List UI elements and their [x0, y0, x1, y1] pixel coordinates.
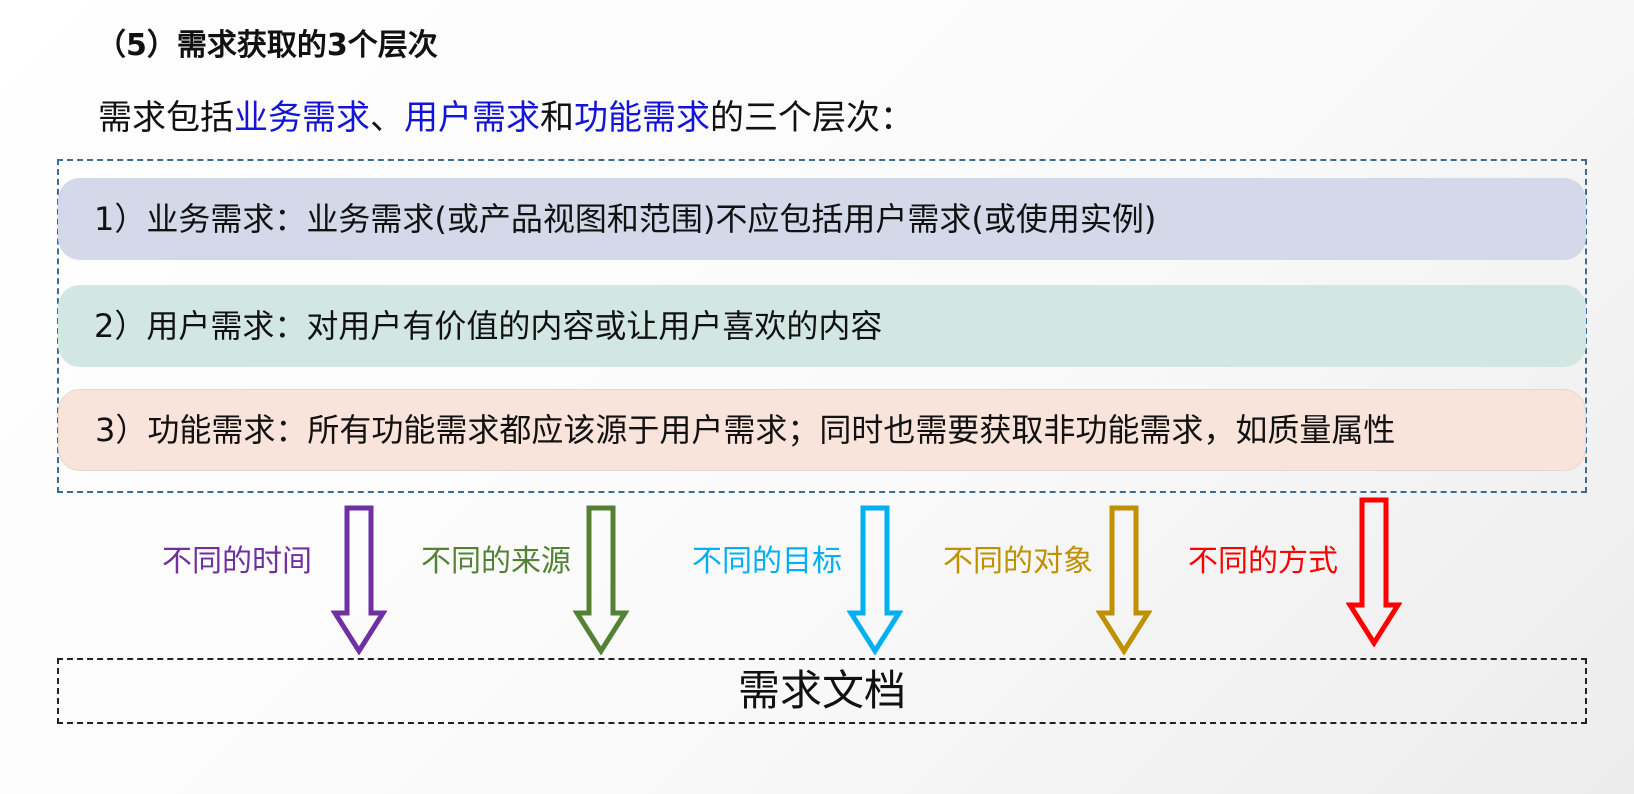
- arrow-label-source: 不同的来源: [421, 544, 571, 579]
- page-title: （5）需求获取的3个层次: [96, 28, 438, 63]
- down-arrow-icon: [847, 505, 903, 655]
- intro-user-requirement: 用户需求: [404, 98, 540, 138]
- requirements-document-box: 需求文档: [57, 658, 1587, 724]
- arrow-label-time: 不同的时间: [162, 544, 312, 579]
- intro-prefix: 需求包括: [98, 98, 234, 138]
- intro-separator-1: 、: [370, 98, 404, 138]
- down-arrow-icon: [1096, 505, 1152, 655]
- intro-sentence: 需求包括业务需求、用户需求和功能需求的三个层次：: [98, 90, 914, 139]
- arrow-label-method: 不同的方式: [1188, 544, 1338, 579]
- intro-business-requirement: 业务需求: [234, 98, 370, 138]
- arrow-label-target: 不同的目标: [692, 544, 842, 579]
- requirements-document-label: 需求文档: [737, 666, 906, 715]
- intro-separator-2: 和: [540, 98, 574, 138]
- down-arrow-icon: [331, 505, 387, 655]
- arrow-label-object: 不同的对象: [943, 544, 1093, 579]
- intro-suffix: 的三个层次：: [710, 98, 914, 138]
- intro-functional-requirement: 功能需求: [574, 98, 710, 138]
- down-arrow-icon: [573, 505, 629, 655]
- down-arrow-icon: [1346, 497, 1402, 647]
- level-functional-requirement: 3）功能需求：所有功能需求都应该源于用户需求；同时也需要获取非功能需求，如质量属…: [58, 389, 1586, 471]
- level-user-requirement: 2）用户需求：对用户有价值的内容或让用户喜欢的内容: [58, 285, 1586, 367]
- level-business-requirement: 1）业务需求：业务需求(或产品视图和范围)不应包括用户需求(或使用实例): [58, 178, 1586, 260]
